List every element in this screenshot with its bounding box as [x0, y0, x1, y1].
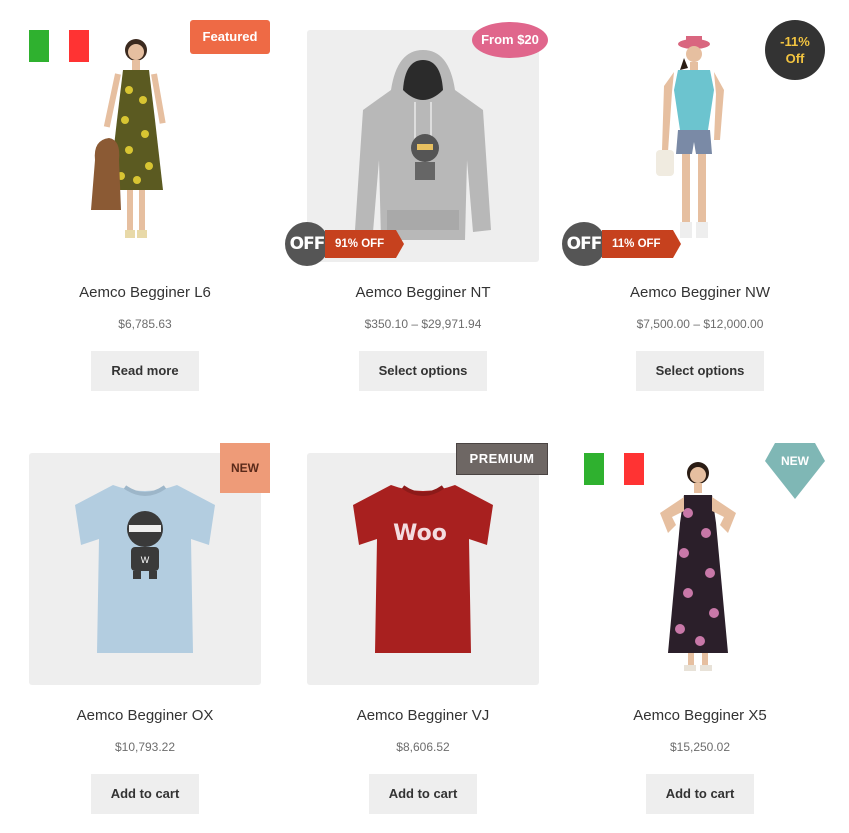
select-options-button[interactable]: Select options	[358, 351, 488, 391]
add-to-cart-button[interactable]: Add to cart	[368, 774, 478, 814]
product-price: $6,785.63	[118, 317, 172, 331]
discount-tag: OFF 91% OFF	[285, 222, 405, 266]
product-title[interactable]: Aemco Begginer NW	[584, 284, 816, 301]
red-tshirt-photo: Woo	[353, 485, 493, 653]
product-title[interactable]: Aemco Begginer VJ	[307, 707, 539, 724]
add-to-cart-button[interactable]: Add to cart	[645, 774, 755, 814]
button-row: Add to cart	[29, 774, 261, 814]
off-icon: OFF	[285, 222, 329, 266]
woman-dress-photo	[91, 39, 166, 238]
button-row: Add to cart	[584, 774, 816, 814]
select-options-button[interactable]: Select options	[635, 351, 765, 391]
product-image[interactable]	[29, 30, 261, 262]
woo-logo: Woo	[393, 521, 447, 546]
product-price: $8,606.52	[396, 740, 450, 754]
from-price-badge: From $20	[472, 22, 548, 58]
new-badge-label: NEW	[781, 454, 810, 468]
button-row: Read more	[29, 351, 261, 391]
discount-tag: OFF 11% OFF	[562, 222, 681, 266]
svg-text:W: W	[141, 555, 150, 565]
new-diamond-badge: NEW	[765, 443, 825, 499]
discount-ribbon: 11% OFF	[602, 230, 681, 258]
button-row: Add to cart	[307, 774, 539, 814]
button-row: Select options	[307, 351, 539, 391]
product-title[interactable]: Aemco Begginer L6	[29, 284, 261, 301]
product-title[interactable]: Aemco Begginer X5	[584, 707, 816, 724]
off-icon: OFF	[562, 222, 606, 266]
add-to-cart-button[interactable]: Add to cart	[90, 774, 200, 814]
featured-badge: Featured	[190, 20, 270, 54]
product-price: $15,250.02	[669, 740, 731, 754]
product-image[interactable]: Woo	[307, 453, 539, 685]
new-badge: NEW	[220, 443, 270, 493]
product-title[interactable]: Aemco Begginer OX	[29, 707, 261, 724]
product-price: $7,500.00 – $12,000.00	[636, 317, 764, 331]
percent-off-label: Off	[785, 51, 805, 66]
percent-value: -11%	[780, 34, 810, 49]
discount-ribbon: 91% OFF	[325, 230, 405, 258]
read-more-button[interactable]: Read more	[91, 351, 199, 391]
percent-off-badge: -11% Off	[765, 20, 825, 80]
premium-badge: PREMIUM	[456, 443, 548, 475]
button-row: Select options	[584, 351, 816, 391]
product-title[interactable]: Aemco Begginer NT	[307, 284, 539, 301]
italy-flag	[29, 30, 91, 62]
product-price: $350.10 – $29,971.94	[364, 317, 482, 331]
product-price: $10,793.22	[114, 740, 176, 754]
italy-flag	[584, 453, 646, 485]
